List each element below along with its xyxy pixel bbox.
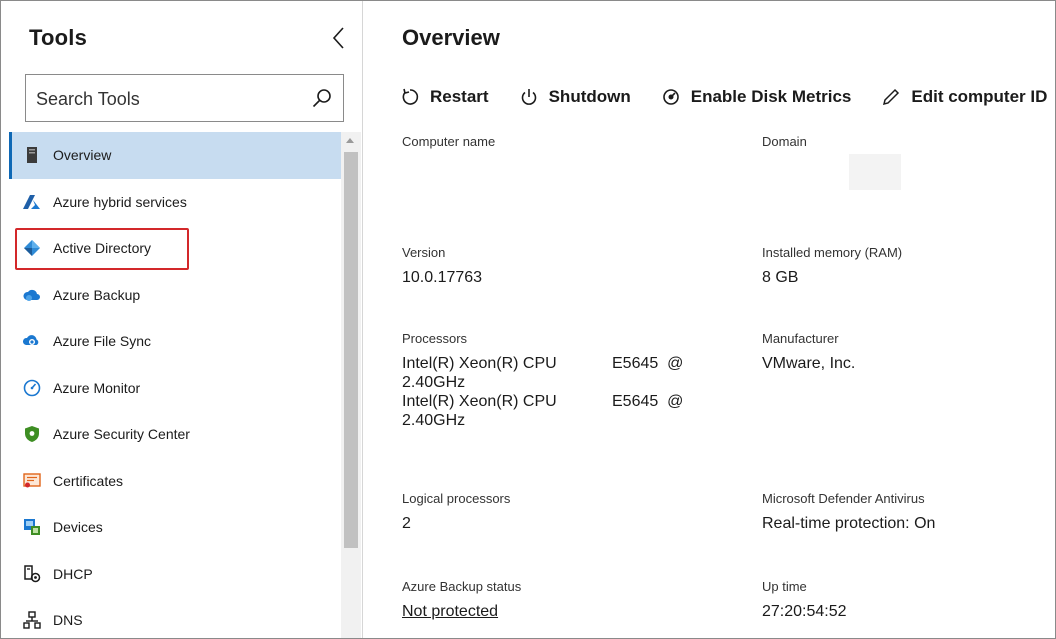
tools-title: Tools (29, 25, 88, 50)
processor-speed: 2.40GHz (402, 412, 466, 429)
memory-label: Installed memory (RAM) (762, 245, 903, 260)
manufacturer-value: VMware, Inc. (762, 355, 856, 372)
tools-list: Overview Azure hybrid services Active Di… (9, 132, 341, 638)
restart-label: Restart (430, 87, 489, 106)
server-icon (23, 146, 41, 164)
devices-icon (23, 518, 41, 536)
not-protected-link[interactable]: Not protected (402, 602, 521, 621)
processor-name: Intel(R) Xeon(R) CPU (402, 355, 557, 372)
computer-name-field: Computer name (402, 134, 495, 157)
processors-label: Processors (402, 331, 468, 346)
tool-item-label: Devices (53, 519, 103, 536)
tool-item-label: Azure Security Center (53, 426, 190, 443)
scroll-up-arrow-icon[interactable] (346, 138, 354, 143)
tool-item-label: Azure Backup (53, 286, 141, 303)
shutdown-button[interactable]: Shutdown (519, 87, 631, 107)
gauge-icon (23, 379, 41, 397)
processor-model: E5645 @ (612, 355, 684, 372)
defender-value: Real-time protection: On (762, 515, 936, 532)
redacted-domain-block (849, 154, 901, 190)
file-sync-icon (23, 332, 41, 350)
processor-row: Intel(R) Xeon(R) CPU E5645 @ (402, 354, 683, 373)
processor-row: Intel(R) Xeon(R) CPU E5645 @ (402, 392, 683, 411)
tool-item-label: Azure Monitor (53, 379, 141, 396)
processors-field: Processors Intel(R) Xeon(R) CPU E5645 @ … (402, 331, 683, 430)
uptime-value: 27:20:54:52 (762, 603, 847, 620)
domain-label: Domain (762, 134, 807, 149)
logical-processors-value: 2 (402, 515, 411, 532)
dns-icon (23, 611, 41, 629)
defender-field: Microsoft Defender Antivirus Real-time p… (762, 491, 935, 533)
logical-processors-label: Logical processors (402, 491, 511, 506)
uptime-label: Up time (762, 579, 807, 594)
enable-disk-metrics-button[interactable]: Enable Disk Metrics (661, 87, 852, 107)
tool-item-label: Certificates (53, 472, 124, 489)
enable-disk-metrics-label: Enable Disk Metrics (690, 87, 852, 106)
processor-speed-row: 2.40GHz (402, 411, 683, 430)
version-field: Version 10.0.17763 (402, 245, 482, 287)
processor-name: Intel(R) Xeon(R) CPU (402, 393, 557, 410)
tool-item-azure-backup[interactable]: Azure Backup (9, 272, 341, 319)
search-tools-input[interactable] (36, 85, 296, 113)
disk-metrics-icon (661, 87, 681, 107)
tools-scrollbar[interactable] (341, 132, 361, 638)
tool-item-label: DHCP (53, 565, 93, 582)
computer-name-label: Computer name (402, 134, 496, 149)
tool-item-dhcp[interactable]: DHCP (9, 551, 341, 598)
collapse-pane-button[interactable] (329, 25, 349, 51)
tool-item-devices[interactable]: Devices (9, 504, 341, 551)
windows-admin-center-window: Tools Ove (0, 0, 1056, 639)
overview-pane: Overview Restart Shutdown Enable Disk Me… (364, 1, 1055, 638)
tool-item-label: Active Directory (53, 240, 152, 257)
processors-list: Intel(R) Xeon(R) CPU E5645 @ 2.40GHz Int… (402, 354, 683, 430)
tool-item-certificates[interactable]: Certificates (9, 458, 341, 505)
processor-speed-row: 2.40GHz (402, 373, 683, 392)
tool-item-overview[interactable]: Overview (9, 132, 341, 179)
overview-toolbar: Restart Shutdown Enable Disk Metrics Edi… (400, 83, 1055, 111)
tool-item-label: Overview (53, 147, 112, 164)
memory-value: 8 GB (762, 269, 799, 286)
edit-computer-id-button[interactable]: Edit computer ID (881, 87, 1047, 107)
defender-label: Microsoft Defender Antivirus (762, 491, 925, 506)
tool-item-dns[interactable]: DNS (9, 597, 341, 638)
tools-pane: Tools Ove (1, 1, 363, 638)
search-tools-box (25, 74, 344, 122)
processor-speed: 2.40GHz (402, 374, 466, 391)
tool-item-azure-file-sync[interactable]: Azure File Sync (9, 318, 341, 365)
version-label: Version (402, 245, 446, 260)
tool-item-label: DNS (53, 612, 83, 629)
azure-backup-status-label: Azure Backup status (402, 579, 522, 594)
chevron-left-icon (332, 27, 344, 49)
page-title: Overview (402, 25, 500, 50)
tool-item-azure-monitor[interactable]: Azure Monitor (9, 365, 341, 412)
dhcp-icon (23, 565, 41, 583)
shield-icon (23, 425, 41, 443)
azure-logo-icon (23, 193, 41, 211)
tool-item-azure-security-center[interactable]: Azure Security Center (9, 411, 341, 458)
tool-item-label: Azure hybrid services (53, 193, 187, 210)
processor-model: E5645 @ (612, 393, 684, 410)
edit-computer-id-label: Edit computer ID (911, 87, 1048, 106)
certificate-icon (23, 472, 41, 490)
shutdown-label: Shutdown (548, 87, 631, 106)
version-value: 10.0.17763 (402, 269, 483, 286)
restart-button[interactable]: Restart (400, 87, 489, 107)
tool-item-label: Azure File Sync (53, 333, 152, 350)
search-icon[interactable] (310, 87, 334, 111)
scroll-thumb[interactable] (344, 152, 358, 548)
logical-processors-field: Logical processors 2 (402, 491, 510, 533)
manufacturer-label: Manufacturer (762, 331, 839, 346)
memory-field: Installed memory (RAM) 8 GB (762, 245, 902, 287)
active-directory-icon (23, 239, 41, 257)
tool-item-active-directory[interactable]: Active Directory (9, 225, 341, 272)
power-icon (519, 87, 539, 107)
pencil-icon (881, 87, 901, 107)
cloud-backup-icon (23, 286, 41, 304)
manufacturer-field: Manufacturer VMware, Inc. (762, 331, 855, 373)
uptime-field: Up time 27:20:54:52 (762, 579, 847, 621)
domain-field: Domain (762, 134, 807, 157)
restart-icon (400, 87, 420, 107)
azure-backup-status-field: Azure Backup status Not protected (402, 579, 521, 621)
tool-item-azure-hybrid-services[interactable]: Azure hybrid services (9, 179, 341, 226)
